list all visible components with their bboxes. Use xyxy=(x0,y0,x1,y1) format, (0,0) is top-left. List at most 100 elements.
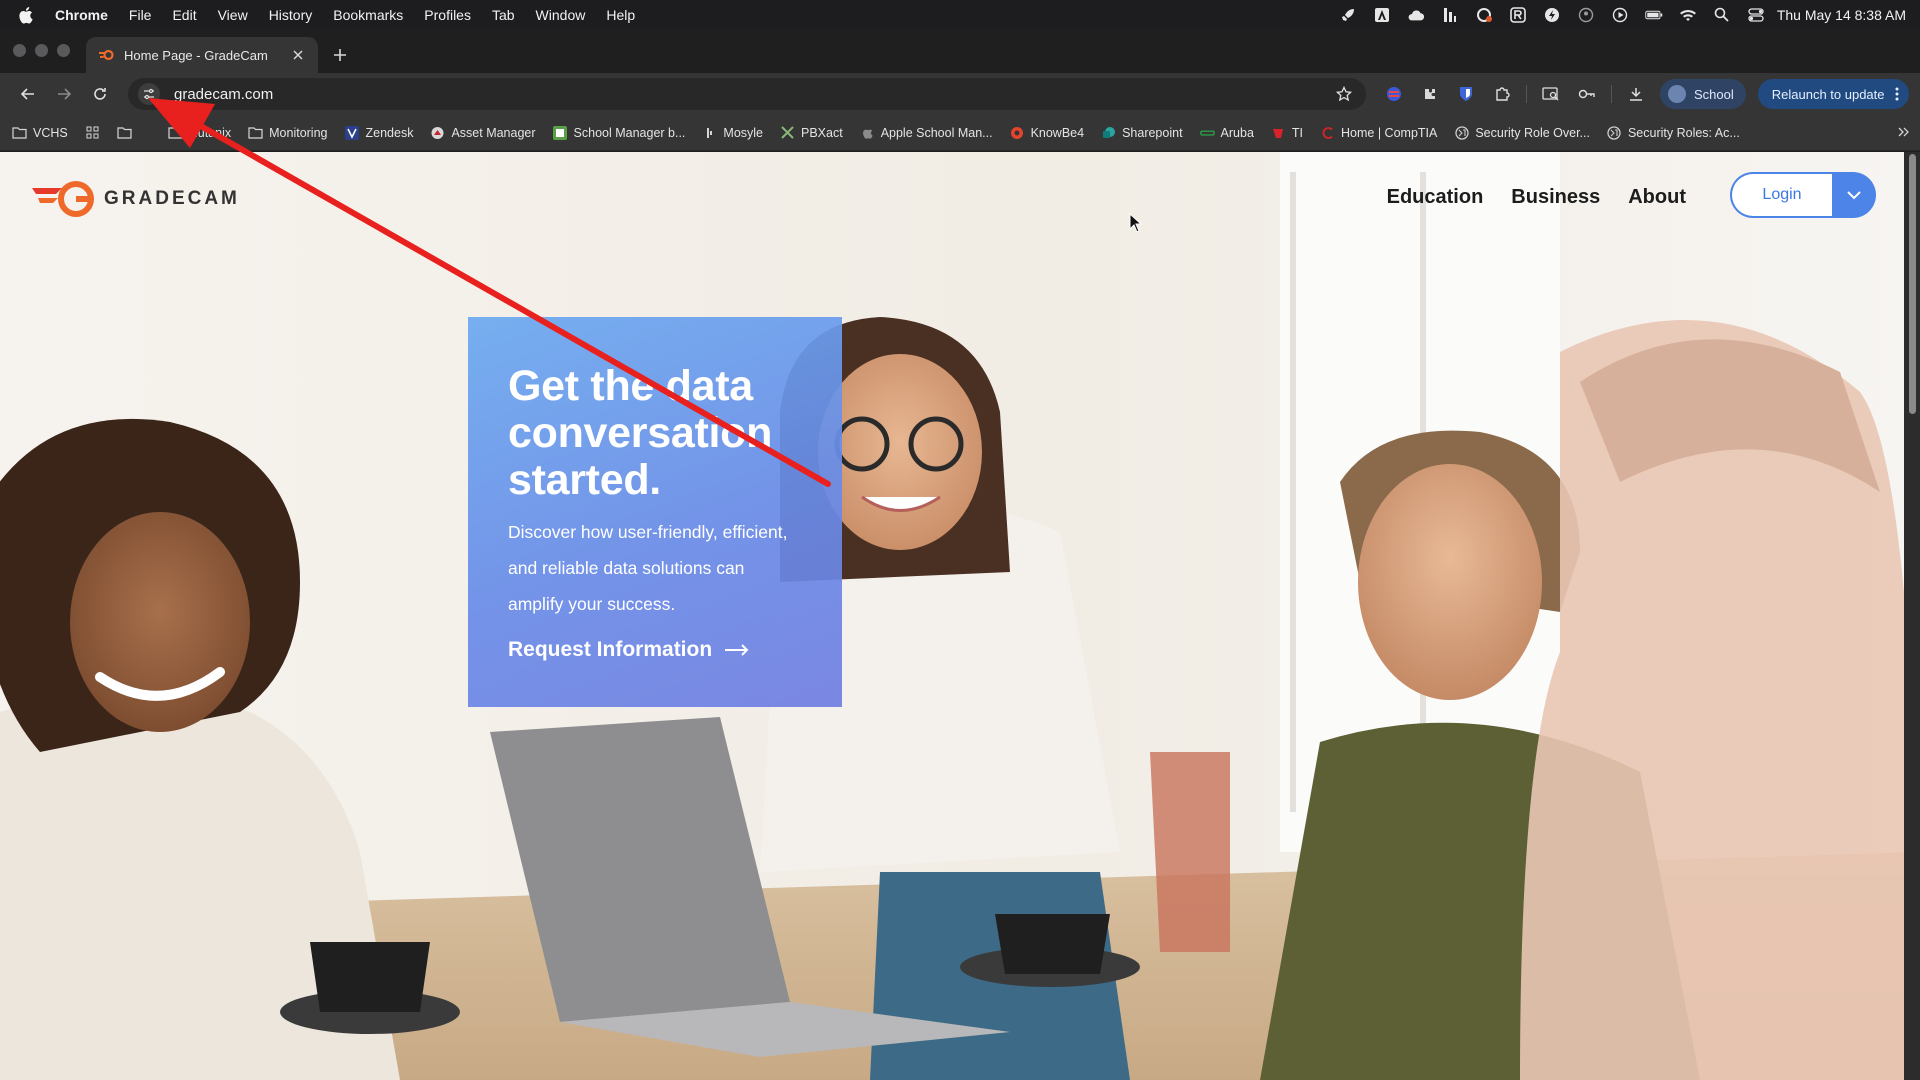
bookmark-folder-unnamed[interactable] xyxy=(117,125,132,140)
zoom-window-button[interactable] xyxy=(57,44,70,57)
chevron-down-icon xyxy=(1847,190,1861,199)
menu-edit[interactable]: Edit xyxy=(172,7,196,23)
extensions-area: School Relaunch to update xyxy=(1382,79,1909,109)
bookmark-security-role-overview[interactable]: Security Role Over... xyxy=(1454,125,1590,140)
adobe-icon[interactable] xyxy=(1373,6,1391,24)
v-icon xyxy=(345,125,360,140)
globe-icon xyxy=(1454,125,1469,140)
bookmark-comptia[interactable]: Home | CompTIA xyxy=(1320,125,1437,140)
rocket-icon[interactable] xyxy=(1339,6,1357,24)
bookmark-label: Zendesk xyxy=(365,125,414,140)
bookmark-apps[interactable] xyxy=(85,125,100,140)
school-manager-icon xyxy=(553,125,568,140)
profile-button[interactable]: School xyxy=(1660,79,1746,109)
control-center-icon[interactable] xyxy=(1747,6,1765,24)
hero-title-line: conversation xyxy=(508,409,773,457)
hero-body-line: Discover how user-friendly, efficient, xyxy=(508,522,788,542)
nav-education[interactable]: Education xyxy=(1387,186,1484,209)
profile-avatar xyxy=(1668,85,1686,103)
bookmark-school-manager[interactable]: School Manager b... xyxy=(553,125,686,140)
bookmark-label: Mosyle xyxy=(723,125,763,140)
bookmarks-bar: VCHS Nutanix Monitoring Zendesk Asset Ma… xyxy=(0,115,1920,151)
bookmark-label: TI xyxy=(1291,125,1304,140)
extension-globe-icon[interactable] xyxy=(1382,82,1406,106)
menubar-clock[interactable]: Thu May 14 8:38 AM xyxy=(1777,7,1906,23)
address-bar[interactable]: gradecam.com xyxy=(128,78,1366,110)
bookmark-apple-school-manager[interactable]: Apple School Man... xyxy=(860,125,993,140)
tab-gradecam-home[interactable]: Home Page - GradeCam xyxy=(86,37,318,73)
close-tab-icon[interactable] xyxy=(290,47,306,63)
tab-title: Home Page - GradeCam xyxy=(124,47,268,63)
bitwarden-shield-icon[interactable] xyxy=(1454,82,1478,106)
relaunch-to-update-button[interactable]: Relaunch to update xyxy=(1757,79,1909,109)
bolt-icon[interactable] xyxy=(1543,6,1561,24)
nav-about[interactable]: About xyxy=(1628,186,1686,209)
page-scrollbar[interactable] xyxy=(1904,152,1920,1080)
minimize-window-button[interactable] xyxy=(35,44,48,57)
nav-business[interactable]: Business xyxy=(1511,186,1600,209)
request-information-link[interactable]: Request Information xyxy=(508,638,812,662)
menu-view[interactable]: View xyxy=(218,7,248,23)
menu-app-chrome[interactable]: Chrome xyxy=(55,7,108,23)
close-window-button[interactable] xyxy=(13,44,26,57)
globe-icon xyxy=(1607,125,1622,140)
folder-icon xyxy=(248,125,263,140)
logo-text: GRADECAM xyxy=(104,188,240,209)
bookmark-ti[interactable]: TI xyxy=(1271,125,1303,140)
arrow-right-icon xyxy=(725,644,749,656)
new-tab-button[interactable] xyxy=(322,37,358,73)
arrow-right-icon xyxy=(58,88,72,100)
relaunch-label: Relaunch to update xyxy=(1771,86,1885,102)
chevron-double-right-icon[interactable] xyxy=(1898,126,1910,140)
reload-button[interactable] xyxy=(84,78,116,110)
extensions-puzzle-icon[interactable] xyxy=(1490,82,1514,106)
menu-history[interactable]: History xyxy=(269,7,313,23)
bookmark-knowbe4[interactable]: KnowBe4 xyxy=(1010,125,1084,140)
menu-tab[interactable]: Tab xyxy=(492,7,515,23)
bookmark-label: Aruba xyxy=(1220,125,1254,140)
bookmark-pbxact[interactable]: PBXact xyxy=(780,125,843,140)
user-circle-icon[interactable] xyxy=(1577,6,1595,24)
password-key-icon[interactable] xyxy=(1575,82,1599,106)
menu-bookmarks[interactable]: Bookmarks xyxy=(333,7,403,23)
login-dropdown-button[interactable] xyxy=(1832,172,1876,218)
play-icon[interactable] xyxy=(1611,6,1629,24)
menu-profiles[interactable]: Profiles xyxy=(424,7,471,23)
bookmark-mosyle[interactable]: Mosyle xyxy=(702,125,763,140)
search-icon[interactable] xyxy=(1713,6,1731,24)
menu-help[interactable]: Help xyxy=(606,7,635,23)
bookmark-monitoring[interactable]: Monitoring xyxy=(248,125,328,140)
bookmark-nutanix[interactable]: Nutanix xyxy=(168,125,231,140)
scrollbar-thumb[interactable] xyxy=(1909,154,1916,414)
site-info-icon[interactable] xyxy=(138,83,160,105)
cloud-icon[interactable] xyxy=(1407,6,1425,24)
menu-window[interactable]: Window xyxy=(536,7,586,23)
download-icon[interactable] xyxy=(1624,82,1648,106)
bookmark-zendesk[interactable]: Zendesk xyxy=(345,125,414,140)
sharepoint-icon xyxy=(1101,125,1116,140)
reload-icon xyxy=(94,88,106,100)
bookmark-security-roles[interactable]: Security Roles: Ac... xyxy=(1607,125,1740,140)
bars-icon[interactable] xyxy=(1441,6,1459,24)
r-app-icon[interactable] xyxy=(1509,6,1527,24)
extension-puzzle-color-icon[interactable] xyxy=(1418,82,1442,106)
forward-button[interactable] xyxy=(48,78,80,110)
address-bar-url[interactable]: gradecam.com xyxy=(174,86,1334,103)
bookmark-label: School Manager b... xyxy=(573,125,686,140)
bookmark-star-icon[interactable] xyxy=(1334,84,1354,104)
bookmark-asset-manager[interactable]: Asset Manager xyxy=(430,125,536,140)
back-button[interactable] xyxy=(12,78,44,110)
bookmark-aruba[interactable]: Aruba xyxy=(1199,125,1254,140)
battery-icon[interactable] xyxy=(1645,6,1663,24)
bookmark-sharepoint[interactable]: Sharepoint xyxy=(1101,125,1183,140)
cast-search-icon[interactable] xyxy=(1539,82,1563,106)
sync-icon[interactable] xyxy=(1475,6,1493,24)
webpage-viewport: GRADECAM Education Business About Login … xyxy=(0,152,1920,1080)
apple-menu-icon[interactable] xyxy=(18,6,35,24)
hero-title-line: started. xyxy=(508,456,661,504)
wifi-icon[interactable] xyxy=(1679,6,1697,24)
menu-file[interactable]: File xyxy=(129,7,152,23)
bookmark-vchs[interactable]: VCHS xyxy=(12,125,68,140)
login-button[interactable]: Login xyxy=(1730,172,1832,218)
gradecam-logo[interactable]: GRADECAM xyxy=(30,178,240,220)
